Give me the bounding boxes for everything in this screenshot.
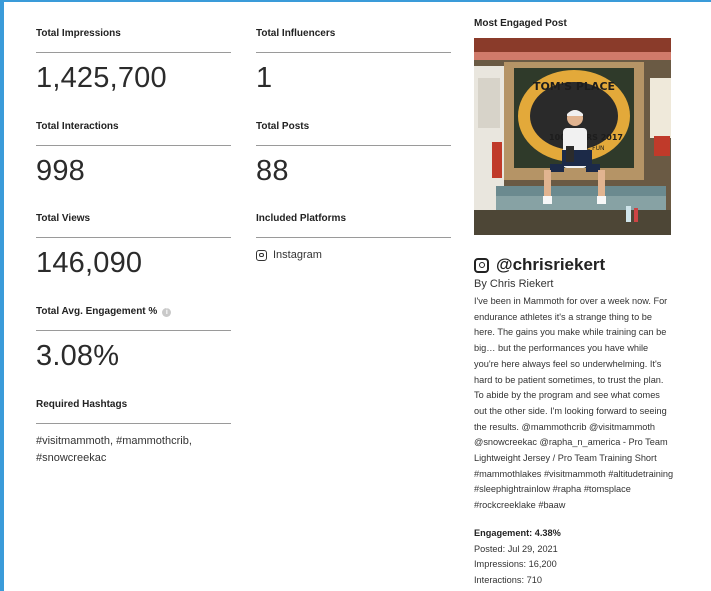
most-engaged-post-heading: Most Engaged Post	[474, 18, 567, 29]
total-impressions-value: 1,425,700	[36, 62, 167, 94]
info-icon[interactable]: i	[162, 308, 172, 317]
post-caption: I've been in Mammoth for over a week now…	[474, 296, 674, 511]
post-author-handle[interactable]: @chrisriekert	[496, 255, 605, 275]
included-platforms-label: Included Platforms	[256, 213, 451, 238]
total-impressions-label: Total Impressions	[36, 28, 231, 53]
total-posts-value: 88	[256, 155, 289, 187]
required-hashtags-value: #visitmammoth, #mammothcrib, #snowcreeka…	[36, 435, 192, 464]
window-frame-top	[0, 0, 711, 2]
post-interactions: Interactions: 710	[474, 575, 542, 586]
post-stats: Engagement: 4.38% Posted: Jul 29, 2021 I…	[474, 526, 561, 589]
total-views-value: 146,090	[36, 247, 143, 279]
total-influencers-value: 1	[256, 62, 273, 94]
required-hashtags-label: Required Hashtags	[36, 399, 231, 424]
total-avg-engagement-label: Total Avg. Engagement % i	[36, 306, 231, 331]
total-avg-engagement-label-text: Total Avg. Engagement %	[36, 306, 158, 317]
post-engagement: Engagement: 4.38%	[474, 528, 561, 538]
post-impressions: Impressions: 16,200	[474, 559, 557, 570]
window-frame-left	[0, 0, 4, 591]
post-posted-date: Posted: Jul 29, 2021	[474, 543, 558, 554]
platform-instagram: Instagram	[256, 249, 322, 261]
post-author-handle-row[interactable]: @chrisriekert	[474, 255, 605, 275]
total-influencers-label: Total Influencers	[256, 28, 451, 53]
total-interactions-label: Total Interactions	[36, 121, 231, 146]
instagram-icon	[256, 249, 267, 261]
sign-text: TOM'S PLACE	[533, 80, 615, 93]
total-interactions-value: 998	[36, 155, 85, 187]
instagram-icon	[474, 257, 489, 273]
post-byline: By Chris Riekert	[474, 278, 554, 290]
total-posts-label: Total Posts	[256, 121, 451, 146]
platform-name: Instagram	[273, 249, 322, 261]
total-avg-engagement-value: 3.08%	[36, 340, 120, 372]
post-image[interactable]: TOM'S PLACE 100 YEARS 2017 ALL FUN	[474, 38, 671, 235]
total-views-label: Total Views	[36, 213, 231, 238]
